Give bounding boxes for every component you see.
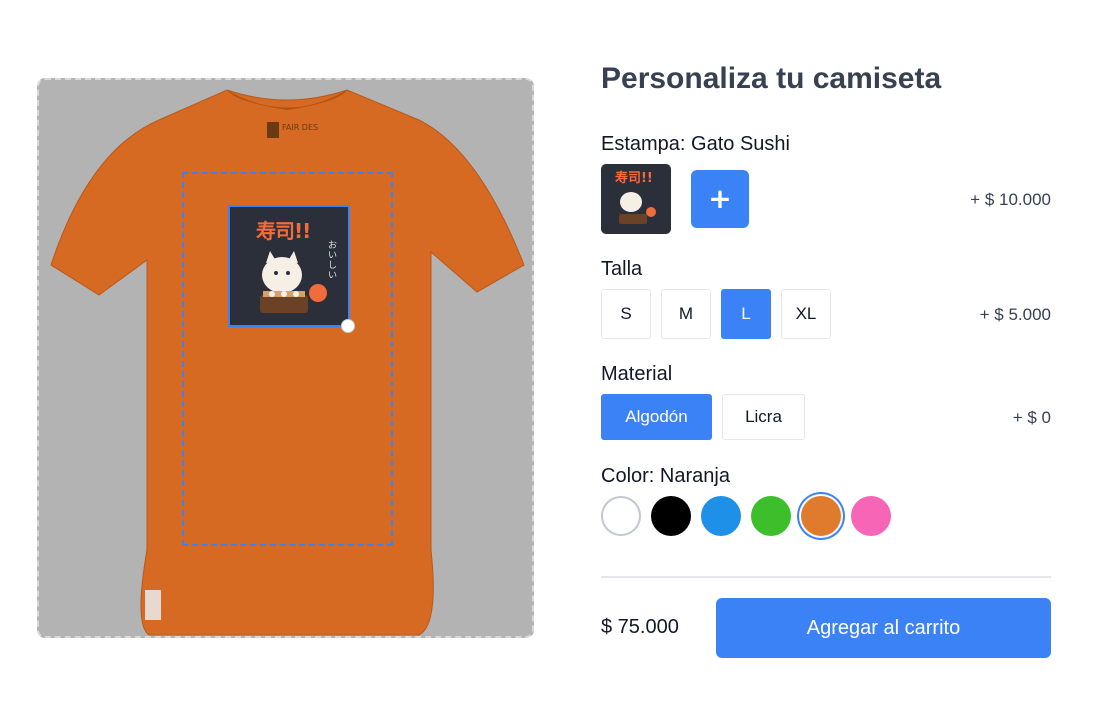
add-to-cart-button[interactable]: Agregar al carrito: [716, 598, 1051, 658]
color-swatch-green[interactable]: [751, 496, 791, 536]
sushi-cat-icon: [260, 251, 327, 313]
print-price: + $ 10.000: [970, 190, 1051, 209]
page-title: Personaliza tu camiseta: [601, 62, 942, 95]
design-print[interactable]: 寿司!! おいしい: [228, 205, 350, 327]
sushi-cat-thumbnail-icon: 寿司!!: [615, 170, 656, 224]
material-label: Material: [601, 363, 673, 385]
color-swatch-white[interactable]: [601, 496, 641, 536]
size-option-s[interactable]: S: [601, 289, 651, 339]
hem-label: [145, 590, 161, 620]
brand-tag-text: FAIR DES: [282, 123, 318, 132]
size-price: + $ 5.000: [979, 305, 1051, 324]
material-option-algodon[interactable]: Algodón: [601, 394, 712, 440]
tshirt-preview: FAIR DES 寿司!! おいしい: [37, 78, 534, 638]
divider: [601, 576, 1051, 578]
print-thumbnail[interactable]: 寿司!!: [601, 164, 671, 234]
add-print-button[interactable]: +: [691, 170, 749, 228]
size-option-xl[interactable]: XL: [781, 289, 831, 339]
svg-text:寿司!!: 寿司!!: [615, 170, 653, 186]
total-price: $ 75.000: [601, 616, 679, 638]
color-swatch-pink[interactable]: [851, 496, 891, 536]
resize-handle[interactable]: [341, 319, 355, 333]
material-option-licra[interactable]: Licra: [722, 394, 805, 440]
size-option-l[interactable]: L: [721, 289, 771, 339]
size-label: Talla: [601, 258, 643, 280]
color-swatch-black[interactable]: [651, 496, 691, 536]
material-price: + $ 0: [1012, 408, 1051, 427]
size-option-m[interactable]: M: [661, 289, 711, 339]
brand-tag-icon: [267, 122, 279, 138]
print-label: Estampa: Gato Sushi: [601, 133, 790, 155]
color-swatch-orange[interactable]: [801, 496, 841, 536]
color-swatch-blue[interactable]: [701, 496, 741, 536]
color-label: Color: Naranja: [601, 465, 730, 487]
